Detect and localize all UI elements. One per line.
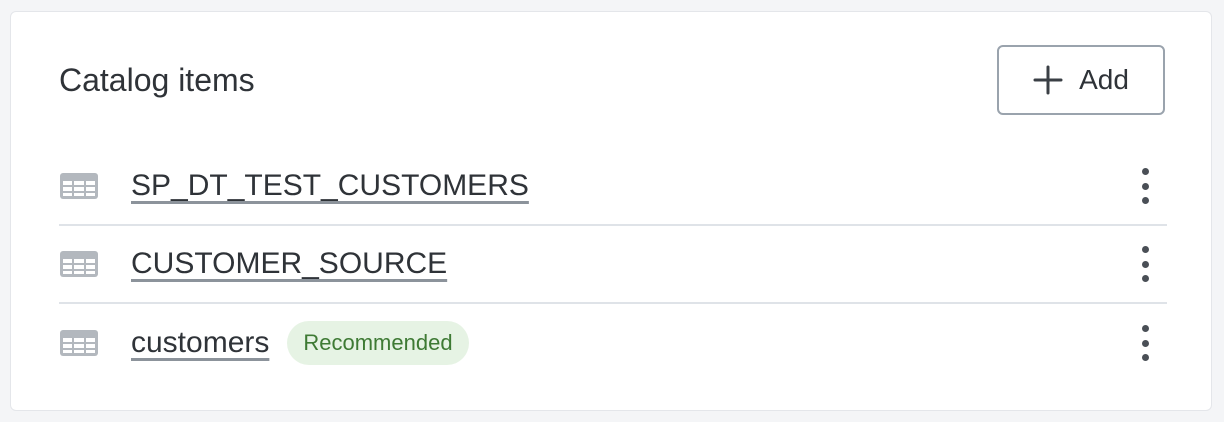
recommended-badge: Recommended [287,321,469,365]
catalog-list: SP_DT_TEST_CUSTOMERS CUSTOMER_SOURCE cus… [59,148,1167,382]
dot [1141,260,1149,268]
plus-icon [1033,65,1063,95]
dot [1141,354,1149,361]
add-button-label: Add [1079,64,1129,95]
dot [1141,339,1149,347]
list-item: SP_DT_TEST_CUSTOMERS [59,148,1167,226]
more-options-button[interactable] [1131,244,1159,284]
dot [1141,325,1149,332]
table-icon [60,251,98,277]
dot [1141,246,1149,253]
table-icon [60,173,98,199]
card-title: Catalog items [59,62,255,98]
catalog-items-card: Catalog items Add SP_DT_TEST_CUSTOMERS C… [10,11,1212,411]
list-item: customers Recommended [59,304,1167,382]
table-icon [60,330,98,356]
catalog-item-link[interactable]: CUSTOMER_SOURCE [131,247,447,281]
dot [1141,275,1149,282]
catalog-item-link[interactable]: SP_DT_TEST_CUSTOMERS [131,169,529,203]
more-options-button[interactable] [1131,323,1159,363]
more-options-button[interactable] [1131,166,1159,206]
list-item: CUSTOMER_SOURCE [59,226,1167,304]
dot [1141,182,1149,190]
add-button[interactable]: Add [997,45,1165,115]
dot [1141,197,1149,204]
catalog-item-link[interactable]: customers [131,326,269,360]
dot [1141,168,1149,175]
